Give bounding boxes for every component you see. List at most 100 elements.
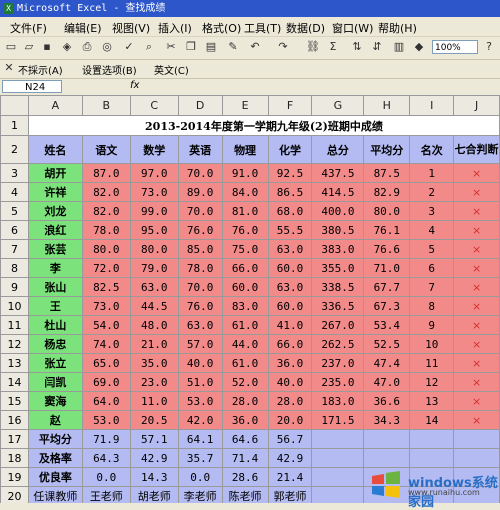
cell[interactable]: 75.0 <box>221 239 269 259</box>
cell[interactable]: 42.9 <box>129 448 179 468</box>
cell[interactable]: 63.0 <box>267 277 313 297</box>
cell[interactable]: 52.0 <box>221 372 269 392</box>
cell[interactable]: 语文 <box>81 135 131 164</box>
cell[interactable]: 40.0 <box>267 372 313 392</box>
cell[interactable]: 87.5 <box>363 163 411 183</box>
cell[interactable]: 0.0 <box>81 467 131 487</box>
cell[interactable]: × <box>453 277 500 297</box>
cell[interactable]: × <box>453 182 500 202</box>
cell[interactable]: 杜山 <box>27 315 83 335</box>
cell[interactable]: 63.0 <box>177 315 223 335</box>
cell[interactable]: 闫凯 <box>27 372 83 392</box>
menu-format[interactable]: 格式(O) <box>202 20 241 36</box>
cell[interactable]: 王老师 <box>81 486 131 503</box>
row-header[interactable]: 10 <box>0 296 29 316</box>
row-header[interactable]: 11 <box>0 315 29 335</box>
cell[interactable]: 91.0 <box>221 163 269 183</box>
cell[interactable]: 65.0 <box>81 353 131 373</box>
cell[interactable]: × <box>453 391 500 411</box>
cell[interactable]: 76.1 <box>363 220 411 240</box>
cell[interactable]: 64.0 <box>81 391 131 411</box>
cell[interactable]: 任课教师 <box>27 486 83 503</box>
cell[interactable]: 李 <box>27 258 83 278</box>
new-icon[interactable]: ▭ <box>4 40 18 54</box>
cell[interactable]: 28.6 <box>221 467 269 487</box>
sort-ascending-icon[interactable]: ⇅ <box>350 40 364 54</box>
open-icon[interactable]: ▱ <box>22 40 36 54</box>
cell[interactable] <box>363 448 411 468</box>
row-header[interactable]: 15 <box>0 391 29 411</box>
cell[interactable]: 郭老师 <box>267 486 313 503</box>
cell[interactable]: 56.7 <box>267 429 313 449</box>
cell[interactable]: 83.0 <box>221 296 269 316</box>
cell[interactable]: 437.5 <box>311 163 365 183</box>
cell[interactable]: 平均分 <box>27 429 83 449</box>
permission-icon[interactable]: ◈ <box>60 40 74 54</box>
ime-option-c[interactable]: 英文(C) <box>154 62 189 77</box>
cell[interactable]: × <box>453 239 500 259</box>
cell[interactable]: 81.0 <box>221 201 269 221</box>
cell[interactable]: 92.5 <box>267 163 313 183</box>
cell[interactable]: 28.0 <box>221 391 269 411</box>
cell[interactable]: 82.0 <box>81 201 131 221</box>
column-header-j[interactable]: J <box>453 95 500 116</box>
cell[interactable]: 79.0 <box>129 258 179 278</box>
cell[interactable]: 76.0 <box>177 220 223 240</box>
cell[interactable]: 51.0 <box>177 372 223 392</box>
row-header[interactable]: 17 <box>0 429 29 449</box>
cell[interactable]: 8 <box>409 296 455 316</box>
cell[interactable]: 7 <box>409 277 455 297</box>
cell[interactable]: 47.4 <box>363 353 411 373</box>
cell[interactable]: 14 <box>409 410 455 430</box>
cell[interactable]: 11 <box>409 353 455 373</box>
cell[interactable]: 36.0 <box>267 353 313 373</box>
cell[interactable]: 23.0 <box>129 372 179 392</box>
sort-descending-icon[interactable]: ⇵ <box>370 40 384 54</box>
cell[interactable]: 11.0 <box>129 391 179 411</box>
cell[interactable]: 李老师 <box>177 486 223 503</box>
cell[interactable]: 85.0 <box>177 239 223 259</box>
cell[interactable]: 42.9 <box>267 448 313 468</box>
cell[interactable]: 237.0 <box>311 353 365 373</box>
cell[interactable]: 20.5 <box>129 410 179 430</box>
column-header-i[interactable]: I <box>409 95 455 116</box>
row-header[interactable]: 12 <box>0 334 29 354</box>
spelling-icon[interactable]: ✓ <box>122 40 136 54</box>
cell[interactable] <box>363 429 411 449</box>
cell[interactable]: 12 <box>409 372 455 392</box>
cell[interactable]: 80.0 <box>129 239 179 259</box>
copy-icon[interactable]: ❐ <box>184 40 198 54</box>
cell[interactable]: 64.6 <box>221 429 269 449</box>
cell[interactable] <box>409 429 455 449</box>
cell[interactable]: 87.0 <box>81 163 131 183</box>
cell[interactable]: 383.0 <box>311 239 365 259</box>
cell[interactable]: 0.0 <box>177 467 223 487</box>
cell[interactable]: × <box>453 163 500 183</box>
cell[interactable]: 窦海 <box>27 391 83 411</box>
cell[interactable] <box>409 448 455 468</box>
cell[interactable] <box>453 429 500 449</box>
print-icon[interactable]: ⎙ <box>80 40 94 54</box>
menu-view[interactable]: 视图(V) <box>112 20 150 36</box>
cell[interactable]: × <box>453 372 500 392</box>
cell[interactable]: 53.0 <box>81 410 131 430</box>
cell[interactable]: × <box>453 353 500 373</box>
cell[interactable]: 71.0 <box>363 258 411 278</box>
cell[interactable] <box>311 486 365 503</box>
cell[interactable]: 267.0 <box>311 315 365 335</box>
cell[interactable] <box>311 448 365 468</box>
cell[interactable]: 84.0 <box>221 182 269 202</box>
menu-help[interactable]: 帮助(H) <box>378 20 417 36</box>
cell[interactable]: 55.5 <box>267 220 313 240</box>
menu-window[interactable]: 窗口(W) <box>332 20 373 36</box>
cell[interactable]: 97.0 <box>129 163 179 183</box>
cell[interactable]: 34.3 <box>363 410 411 430</box>
row-header[interactable]: 3 <box>0 163 29 183</box>
cell[interactable] <box>453 448 500 468</box>
cell[interactable]: 44.5 <box>129 296 179 316</box>
cell[interactable]: 73.0 <box>81 296 131 316</box>
cell[interactable]: 82.0 <box>81 182 131 202</box>
menu-insert[interactable]: 插入(I) <box>158 20 192 36</box>
cell[interactable]: 53.0 <box>177 391 223 411</box>
cell[interactable]: 35.7 <box>177 448 223 468</box>
